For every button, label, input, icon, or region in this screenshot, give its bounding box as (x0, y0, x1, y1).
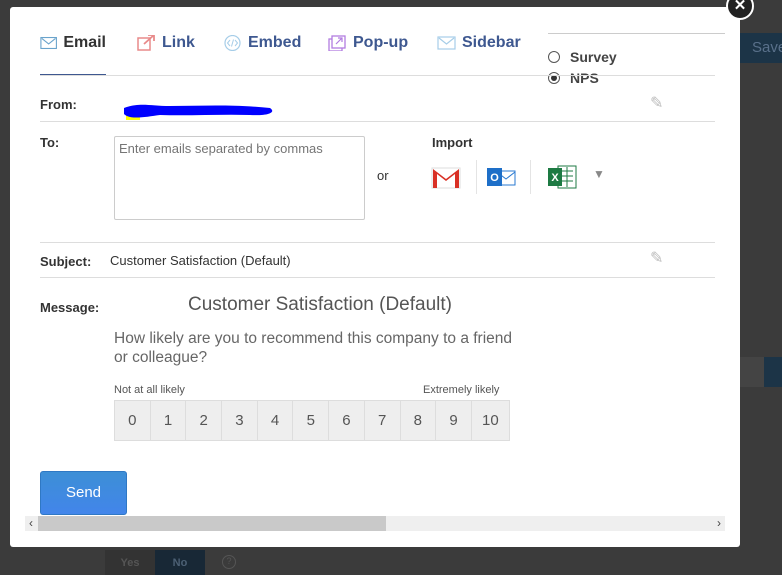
radio-button[interactable] (548, 50, 560, 63)
message-label: Message: (40, 300, 100, 315)
divider (40, 277, 715, 278)
nps-score-2: 2 (186, 401, 223, 440)
subject-label: Subject: (40, 254, 92, 269)
svg-text:O: O (490, 172, 499, 184)
svg-text:X: X (551, 172, 559, 184)
tab-sidebar[interactable]: Sidebar (437, 33, 521, 76)
background-no-button: No (155, 550, 205, 575)
nps-question: How likely are you to recommend this com… (114, 330, 513, 366)
nps-score-0: 0 (115, 401, 151, 440)
nps-score-6: 6 (329, 401, 365, 440)
radio-label: NPS (570, 69, 599, 86)
subject-value: Customer Satisfaction (Default) (110, 253, 291, 268)
tab-label: Link (162, 34, 195, 51)
popup-icon (328, 35, 346, 51)
divider (40, 242, 715, 243)
redacted-sender (124, 104, 273, 120)
or-label: or (377, 168, 389, 183)
message-title: Customer Satisfaction (Default) (188, 294, 452, 315)
import-more-dropdown-icon[interactable]: ▼ (593, 167, 605, 181)
tab-label: Sidebar (462, 34, 521, 51)
sidebar-envelope-icon (437, 36, 456, 50)
tab-label: Pop-up (353, 34, 409, 51)
scroll-left-icon[interactable]: ‹ (29, 516, 33, 531)
divider (40, 121, 715, 122)
code-icon (224, 35, 241, 51)
radio-survey[interactable]: Survey (548, 46, 725, 67)
from-label: From: (40, 97, 77, 112)
radio-label: Survey (570, 48, 617, 65)
share-modal: Email Link Embed Pop-up Sidebar Survey N… (10, 7, 740, 547)
edit-subject-pencil-icon[interactable]: ✎ (650, 248, 663, 268)
tab-email[interactable]: Email (40, 33, 106, 76)
to-emails-input[interactable] (114, 136, 365, 220)
horizontal-scrollbar[interactable]: ‹ › (25, 516, 725, 531)
survey-type-radio-group: Survey NPS (548, 33, 725, 88)
nps-score-1: 1 (150, 401, 187, 440)
nps-scale: 0 1 2 3 4 5 6 7 8 9 10 (114, 400, 510, 441)
nps-score-8: 8 (400, 401, 437, 440)
import-label: Import (432, 135, 473, 150)
radio-button[interactable] (548, 71, 560, 84)
scrollbar-thumb[interactable] (38, 516, 386, 531)
tab-link[interactable]: Link (137, 33, 195, 76)
share-tabs: Email Link Embed Pop-up Sidebar (40, 33, 535, 76)
background-yes-button: Yes (105, 550, 155, 575)
tab-label: Embed (248, 34, 302, 51)
divider (40, 75, 715, 76)
tab-label: Email (63, 34, 106, 51)
background-panel-button (764, 357, 782, 387)
outlook-icon[interactable]: O (485, 164, 517, 190)
radio-nps[interactable]: NPS (548, 67, 725, 88)
nps-score-5: 5 (293, 401, 330, 440)
to-label: To: (40, 135, 60, 150)
tab-embed[interactable]: Embed (223, 33, 301, 76)
scale-low-label: Not at all likely (114, 384, 185, 396)
gmail-icon[interactable] (430, 164, 462, 190)
external-link-icon (137, 35, 155, 51)
nps-score-4: 4 (257, 401, 294, 440)
nps-score-7: 7 (364, 401, 401, 440)
send-button[interactable]: Send (40, 471, 127, 515)
divider (530, 160, 531, 194)
nps-score-9: 9 (436, 401, 472, 440)
scroll-right-icon[interactable]: › (717, 516, 721, 531)
excel-icon[interactable]: X (546, 164, 578, 190)
background-help-icon: ? (222, 555, 236, 569)
edit-from-pencil-icon[interactable]: ✎ (650, 93, 663, 113)
tab-popup[interactable]: Pop-up (328, 33, 408, 76)
scale-high-label: Extremely likely (423, 384, 500, 396)
nps-score-3: 3 (222, 401, 258, 440)
divider (476, 160, 477, 194)
envelope-icon (40, 36, 57, 50)
nps-score-10: 10 (471, 401, 509, 440)
